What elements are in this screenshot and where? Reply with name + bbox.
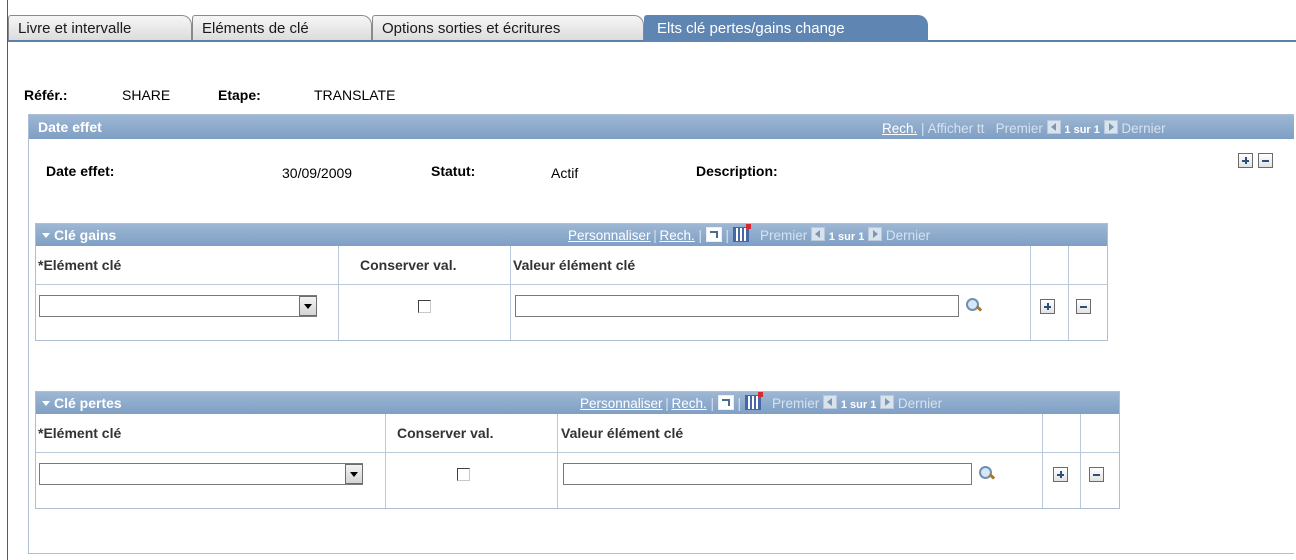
next-arrow-icon [880, 395, 895, 409]
tab-bar: Livre et intervalle Eléments de clé Opti… [8, 15, 1296, 42]
row-counter: 1 sur 1 [840, 399, 877, 411]
previous-arrow-icon [1046, 120, 1061, 134]
cle-pertes-title[interactable]: Clé pertes [42, 395, 122, 411]
dropdown-arrow-icon[interactable] [299, 296, 317, 316]
description-label: Description: [696, 163, 778, 179]
date-effet-nav: Rech. | Afficher tt Premier 1 sur 1 Dern… [882, 120, 1166, 136]
step-value: TRANSLATE [314, 87, 396, 103]
date-effet-title: Date effet [38, 119, 102, 135]
ref-label: Référ.: [24, 87, 68, 103]
next-arrow-icon [1103, 120, 1118, 134]
show-all-link: Afficher tt [927, 121, 985, 136]
previous-arrow-icon [823, 395, 838, 409]
ref-value: SHARE [122, 87, 171, 103]
delete-row-button[interactable] [1089, 467, 1104, 482]
element-cle-select[interactable] [39, 295, 317, 317]
date-effet-label: Date effet: [46, 163, 115, 179]
statut-value: Actif [551, 165, 579, 181]
zoom-grid-icon[interactable] [705, 227, 722, 242]
row-divider [36, 452, 1119, 453]
first-link: Premier [995, 121, 1043, 136]
search-link[interactable]: Rech. [882, 121, 917, 136]
step-label: Etape: [218, 87, 261, 103]
col-divider [385, 414, 386, 508]
lookup-icon[interactable] [965, 297, 982, 314]
last-link: Dernier [897, 396, 943, 411]
add-row-button[interactable] [1040, 299, 1055, 314]
customize-link[interactable]: Personnaliser [568, 228, 651, 243]
cle-gains-title[interactable]: Clé gains [42, 227, 116, 243]
cle-pertes-header: Clé pertes Personnaliser | Rech. | | Pre… [36, 392, 1119, 414]
col-element-cle: *Elément clé [38, 425, 122, 441]
col-divider [1042, 414, 1043, 508]
search-link[interactable]: Rech. [659, 228, 694, 243]
first-link: Premier [760, 228, 808, 243]
col-divider [1068, 246, 1069, 340]
col-valeur-element-cle: Valeur élément clé [561, 425, 684, 441]
conserver-val-checkbox[interactable] [457, 468, 470, 481]
delete-row-button[interactable] [1258, 153, 1273, 168]
row-counter: 1 sur 1 [1064, 124, 1100, 136]
zoom-grid-icon[interactable] [717, 395, 734, 410]
col-divider [557, 414, 558, 508]
row-divider [36, 284, 1107, 285]
col-element-cle: *Elément clé [38, 257, 122, 273]
col-divider [1030, 246, 1031, 340]
last-link: Dernier [1121, 121, 1166, 136]
col-conserver-val: Conserver val. [397, 425, 494, 441]
customize-link[interactable]: Personnaliser [580, 396, 663, 411]
row-counter: 1 sur 1 [828, 231, 865, 243]
tab-options-sorties[interactable]: Options sorties et écritures [372, 15, 644, 40]
statut-label: Statut: [431, 163, 476, 179]
tab-elts-cle-pertes-gains[interactable]: Elts clé pertes/gains change [644, 15, 928, 42]
delete-row-button[interactable] [1076, 299, 1091, 314]
cle-gains-header: Clé gains Personnaliser | Rech. | | Prem… [36, 224, 1107, 246]
col-divider [338, 246, 339, 340]
cle-pertes-nav: Personnaliser | Rech. | | Premier 1 sur … [580, 392, 943, 411]
col-divider [1080, 414, 1081, 508]
col-divider [510, 246, 511, 340]
col-valeur-element-cle: Valeur élément clé [513, 257, 636, 273]
date-effet-panel: Date effet Rech. | Afficher tt Premier 1… [28, 114, 1294, 554]
last-link: Dernier [885, 228, 931, 243]
date-effet-value: 30/09/2009 [282, 165, 353, 181]
add-row-button[interactable] [1238, 153, 1253, 168]
cle-pertes-grid: Clé pertes Personnaliser | Rech. | | Pre… [35, 391, 1120, 509]
valeur-element-cle-input[interactable] [563, 463, 972, 485]
cle-gains-nav: Personnaliser | Rech. | | Premier 1 sur … [568, 224, 931, 243]
next-arrow-icon [868, 227, 883, 241]
lookup-icon[interactable] [978, 465, 995, 482]
date-effet-header: Date effet Rech. | Afficher tt Premier 1… [29, 115, 1294, 139]
cle-gains-grid: Clé gains Personnaliser | Rech. | | Prem… [35, 223, 1108, 341]
element-cle-select[interactable] [39, 463, 363, 485]
dropdown-arrow-icon[interactable] [345, 464, 363, 484]
download-excel-icon[interactable] [744, 392, 763, 410]
add-row-button[interactable] [1053, 467, 1068, 482]
collapse-triangle-icon [42, 401, 50, 406]
previous-arrow-icon [811, 227, 826, 241]
tab-livre-et-intervalle[interactable]: Livre et intervalle [8, 15, 192, 40]
tab-elements-de-cle[interactable]: Eléments de clé [192, 15, 372, 40]
search-link[interactable]: Rech. [671, 396, 706, 411]
conserver-val-checkbox[interactable] [418, 300, 431, 313]
first-link: Premier [772, 396, 820, 411]
collapse-triangle-icon [42, 233, 50, 238]
valeur-element-cle-input[interactable] [515, 295, 959, 317]
download-excel-icon[interactable] [732, 224, 751, 242]
col-conserver-val: Conserver val. [360, 257, 457, 273]
